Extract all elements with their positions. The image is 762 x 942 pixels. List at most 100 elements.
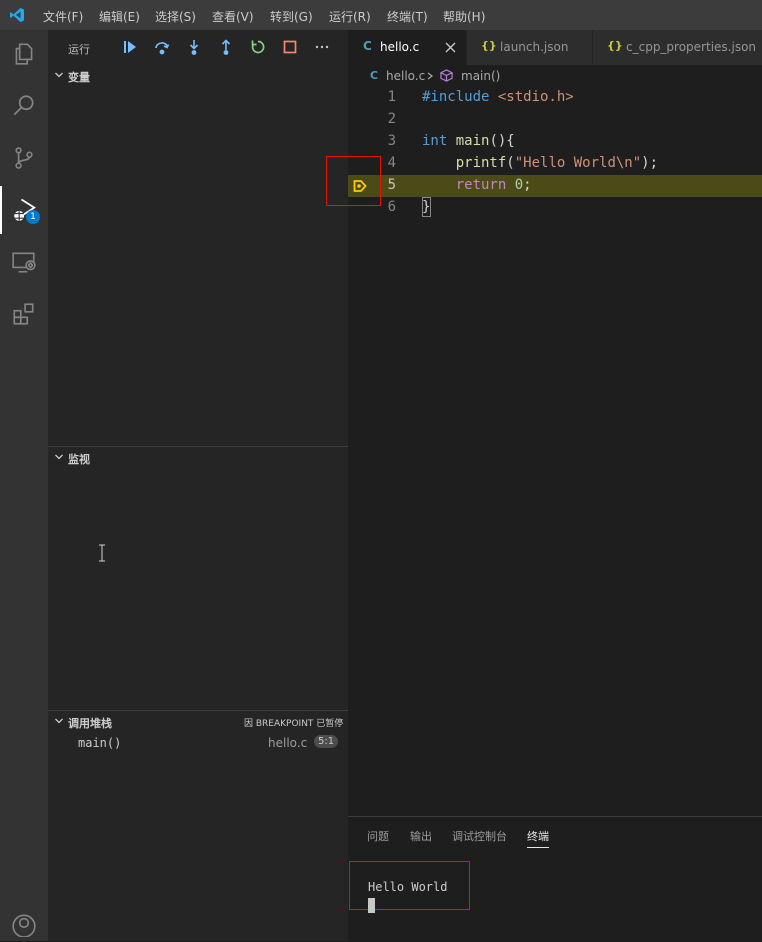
code-token: <stdio.h>: [497, 89, 574, 105]
code-token: 0: [514, 177, 524, 193]
menu-run[interactable]: 运行(R): [329, 8, 371, 25]
menu-file[interactable]: 文件(F): [43, 8, 83, 25]
current-line-highlight: [348, 175, 762, 197]
code-token: );: [641, 155, 659, 171]
code-line: int main(){: [422, 133, 515, 149]
breadcrumb-file[interactable]: hello.c: [386, 69, 425, 83]
step-over-icon: [155, 42, 170, 55]
code-token: printf: [422, 155, 507, 171]
stack-frame-name: main(): [78, 736, 122, 750]
menu-go[interactable]: 转到(G): [270, 8, 313, 25]
json-file-icon: {}: [481, 39, 497, 52]
tab-problems[interactable]: 问题: [367, 828, 389, 844]
code-token: (: [506, 155, 515, 171]
line-number: 1: [387, 89, 396, 105]
code-token: }: [422, 199, 431, 215]
continue-icon: [124, 41, 136, 53]
explorer-activity[interactable]: [0, 30, 48, 78]
debug-arrow-icon: [353, 180, 367, 192]
step-over-button[interactable]: [153, 38, 171, 56]
remote-explorer-activity[interactable]: [0, 238, 48, 286]
vscode-logo-icon: [10, 8, 24, 22]
chevron-down-icon: [55, 454, 63, 460]
callstack-title: 调用堆栈: [68, 717, 112, 730]
watch-title: 监视: [68, 453, 90, 466]
stack-frame-row[interactable]: main() hello.c 5:1: [48, 733, 348, 755]
code-token: main: [447, 133, 490, 149]
chevron-right-icon: [427, 72, 433, 80]
tab-label: c_cpp_properties.json: [626, 40, 757, 54]
tab-c-cpp-properties-json[interactable]: {} c_cpp_properties.json: [593, 30, 762, 65]
menu-terminal[interactable]: 终端(T): [387, 8, 428, 25]
close-icon[interactable]: [445, 42, 456, 53]
step-into-icon: [189, 40, 199, 55]
extensions-activity[interactable]: [0, 290, 48, 338]
tab-label: hello.c: [380, 40, 420, 54]
paused-status: 因 BREAKPOINT 已暂停: [244, 719, 344, 729]
text-cursor-icon: [99, 544, 105, 562]
search-activity[interactable]: [0, 82, 48, 130]
tab-hello-c[interactable]: C hello.c: [348, 30, 466, 65]
continue-button[interactable]: [121, 38, 139, 56]
variables-title: 变量: [68, 71, 90, 84]
code-line: return 0;: [422, 177, 532, 193]
breadcrumb-symbol[interactable]: main(): [461, 69, 500, 83]
code-line: }: [422, 199, 430, 215]
breadcrumb: C hello.c main(): [348, 65, 762, 87]
search-icon: [13, 95, 34, 116]
code-token: (){: [489, 133, 515, 149]
stop-button[interactable]: [281, 38, 299, 56]
run-debug-badge: 1: [26, 210, 40, 224]
variables-section-header[interactable]: 变量: [48, 65, 348, 87]
active-tab-underline: [527, 847, 549, 848]
terminal-cursor: [368, 898, 375, 913]
watch-section-header[interactable]: 监视: [48, 447, 348, 469]
tab-launch-json[interactable]: {} launch.json: [467, 30, 592, 65]
line-number: 4: [387, 155, 396, 171]
tab-terminal[interactable]: 终端: [527, 828, 549, 844]
title-bar: 文件(F) 编辑(E) 选择(S) 查看(V) 转到(G) 运行(R) 终端(T…: [0, 0, 762, 30]
c-file-icon: C: [370, 69, 379, 82]
line-number: 5: [387, 177, 396, 193]
line-number: 3: [387, 133, 396, 149]
files-icon: [15, 43, 33, 65]
chevron-down-icon: [55, 72, 63, 78]
stack-frame-position: 5:1: [314, 735, 339, 748]
code-token: int: [422, 133, 448, 149]
stop-icon: [283, 40, 297, 54]
code-token: #include: [422, 89, 498, 105]
code-token: return: [422, 177, 507, 193]
c-file-icon: C: [363, 39, 372, 53]
tab-output[interactable]: 输出: [410, 828, 432, 844]
stack-frame-file: hello.c: [268, 736, 308, 750]
source-control-activity[interactable]: [0, 134, 48, 182]
code-token: "Hello World\n": [514, 155, 642, 171]
method-icon: [440, 69, 453, 82]
debug-sidebar: [48, 30, 348, 941]
line-number: 6: [387, 199, 396, 215]
menu-selection[interactable]: 选择(S): [155, 8, 196, 25]
step-into-button[interactable]: [185, 38, 203, 56]
source-control-icon: [15, 147, 33, 169]
menu-edit[interactable]: 编辑(E): [99, 8, 140, 25]
tab-debug-console[interactable]: 调试控制台: [452, 828, 507, 844]
accounts-icon: [12, 914, 36, 937]
menu-view[interactable]: 查看(V): [212, 8, 254, 25]
restart-icon: [251, 40, 265, 54]
callstack-section-header[interactable]: 调用堆栈 因 BREAKPOINT 已暂停: [48, 711, 348, 733]
json-file-icon: {}: [607, 39, 623, 52]
code-line: printf("Hello World\n");: [422, 155, 658, 171]
step-out-icon: [221, 39, 231, 55]
restart-button[interactable]: [249, 38, 267, 56]
menu-help[interactable]: 帮助(H): [443, 8, 485, 25]
more-actions-button[interactable]: [313, 38, 331, 56]
step-out-button[interactable]: [217, 38, 235, 56]
code-token: ;: [523, 177, 532, 193]
accounts-activity[interactable]: [0, 911, 48, 941]
extensions-icon: [13, 303, 34, 325]
run-debug-activity[interactable]: [0, 186, 48, 234]
chevron-down-icon: [55, 718, 63, 724]
terminal-output: Hello World: [368, 880, 448, 894]
tab-label: launch.json: [500, 40, 569, 54]
